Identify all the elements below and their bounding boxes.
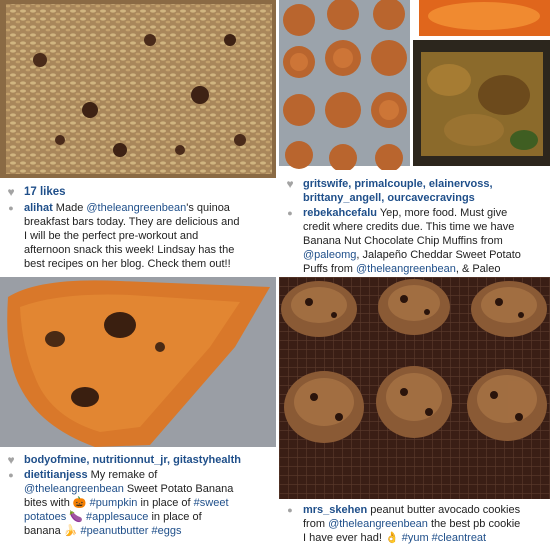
comment-text-part: from (303, 518, 329, 530)
comment-text: rebekahcefalu Yep, more food. Must give … (303, 206, 521, 275)
comment-line: I will be the perfect pre-workout and (24, 230, 199, 242)
comment-line: breakfast bars today. They are delicious… (24, 216, 240, 228)
comment-text-part: My remake of (90, 469, 158, 481)
comment-line: best recipes on her blog. Check them out… (24, 258, 231, 270)
cookies-image (279, 277, 550, 499)
photo-quinoa-bars[interactable] (0, 0, 276, 178)
comment-line: afternoon snack this week! Lindsay has t… (24, 244, 235, 256)
mention-link[interactable]: @theleangreenbean (86, 202, 186, 214)
likers-line[interactable]: gritswife, primalcouple, elainervoss, (303, 177, 493, 191)
post-sweet-potato-bites: ♥ bodyofmine, nutritionnut_jr, gitastyhe… (0, 277, 276, 550)
comment-text-part: peanut butter avocado cookies (370, 504, 521, 516)
comment-icon: ● (287, 208, 293, 218)
hashtag-link[interactable]: #cleantreat (429, 532, 486, 544)
likers-line[interactable]: brittany_angell, ourcavecravings (303, 191, 493, 205)
sweet-potato-bites-image (0, 277, 276, 447)
comment-text-part: , Jalapeño Cheddar Sweet Potato (356, 249, 521, 261)
comment-user[interactable]: dietitianjess (24, 469, 88, 481)
post-cookies: ● mrs_skehen peanut butter avocado cooki… (279, 277, 550, 550)
comment-icon: ● (8, 203, 14, 213)
comment-text-part: Puffs from (303, 263, 356, 275)
post-caption-block: ♥ bodyofmine, nutritionnut_jr, gitastyhe… (4, 453, 272, 538)
eggplant-emoji-icon: 🍆 (69, 511, 83, 523)
comment-text: mrs_skehen peanut butter avocado cookies… (303, 503, 520, 545)
comment-text-part: the best pb cookie (427, 518, 521, 530)
comment-text-part: Yep, more food. Must give (379, 207, 508, 219)
hashtag-link[interactable]: #eggs (148, 525, 181, 537)
hashtag-link[interactable]: #applesauce (83, 511, 148, 523)
comment-line: credit where credits due. This time we h… (303, 221, 515, 233)
mention-link[interactable]: @theleangreenbean (328, 518, 428, 530)
ok-hand-emoji-icon: 👌 (384, 532, 399, 544)
hashtag-link[interactable]: potatoes (24, 511, 66, 523)
comment-text-part: I have ever had! (303, 532, 385, 544)
quinoa-bars-image (0, 0, 276, 178)
likers-line[interactable]: bodyofmine, nutritionnut_jr, gitastyheal… (24, 453, 241, 467)
mention-link[interactable]: @paleomg (303, 249, 356, 261)
muffin-collage-image (279, 0, 550, 170)
comment-user[interactable]: alihat (24, 202, 53, 214)
post-caption-block: ♥ 17 likes ● alihat Made @theleangreenbe… (4, 185, 272, 271)
comment-icon: ● (287, 505, 293, 515)
comment-user[interactable]: rebekahcefalu (303, 207, 377, 219)
hashtag-link[interactable]: #peanutbutter (77, 525, 149, 537)
comment-text-part: Sweet Potato Banana (123, 483, 234, 495)
banana-emoji-icon: 🍌 (63, 525, 78, 537)
heart-icon: ♥ (7, 185, 15, 199)
mention-link[interactable]: @theleangreenbean (356, 263, 456, 275)
pumpkin-emoji-icon: 🎃 (72, 497, 87, 509)
comment-text-part: banana (24, 525, 64, 537)
likers-list: gritswife, primalcouple, elainervoss, br… (303, 177, 493, 205)
hashtag-link[interactable]: #pumpkin (87, 497, 138, 509)
photo-cookies[interactable] (279, 277, 550, 499)
photo-sweet-potato-bites[interactable] (0, 277, 276, 447)
heart-icon: ♥ (7, 453, 15, 467)
post-caption-block: ● mrs_skehen peanut butter avocado cooki… (283, 503, 546, 545)
post-quinoa-bars: ♥ 17 likes ● alihat Made @theleangreenbe… (0, 0, 276, 275)
comment-text-part: , & Paleo (455, 263, 501, 275)
photo-muffin-collage[interactable] (279, 0, 550, 170)
hashtag-link[interactable]: #sweet (194, 497, 229, 509)
heart-icon: ♥ (286, 177, 294, 191)
likes-count[interactable]: 17 likes (24, 185, 66, 199)
comment-line: Banana Nut Chocolate Chip Muffins from (303, 235, 503, 247)
comment-text-part: 's quinoa (186, 202, 230, 214)
comment-text: dietitianjess My remake of @theleangreen… (24, 468, 233, 538)
comment-user[interactable]: mrs_skehen (303, 504, 367, 516)
post-muffins: ♥ gritswife, primalcouple, elainervoss, … (279, 0, 550, 275)
hashtag-link[interactable]: #yum (399, 532, 429, 544)
comment-text-part: in place of (137, 497, 194, 509)
post-caption-block: ♥ gritswife, primalcouple, elainervoss, … (283, 177, 546, 275)
comment-text: alihat Made @theleangreenbean's quinoa b… (24, 201, 239, 271)
comment-icon: ● (8, 470, 14, 480)
comment-text-part: bites with (24, 497, 73, 509)
comment-text-part: Made (55, 202, 87, 214)
likes-row: ♥ 17 likes (4, 185, 272, 199)
comment-text-part: in place of (148, 511, 202, 523)
mention-link[interactable]: @theleangreenbean (24, 483, 124, 495)
